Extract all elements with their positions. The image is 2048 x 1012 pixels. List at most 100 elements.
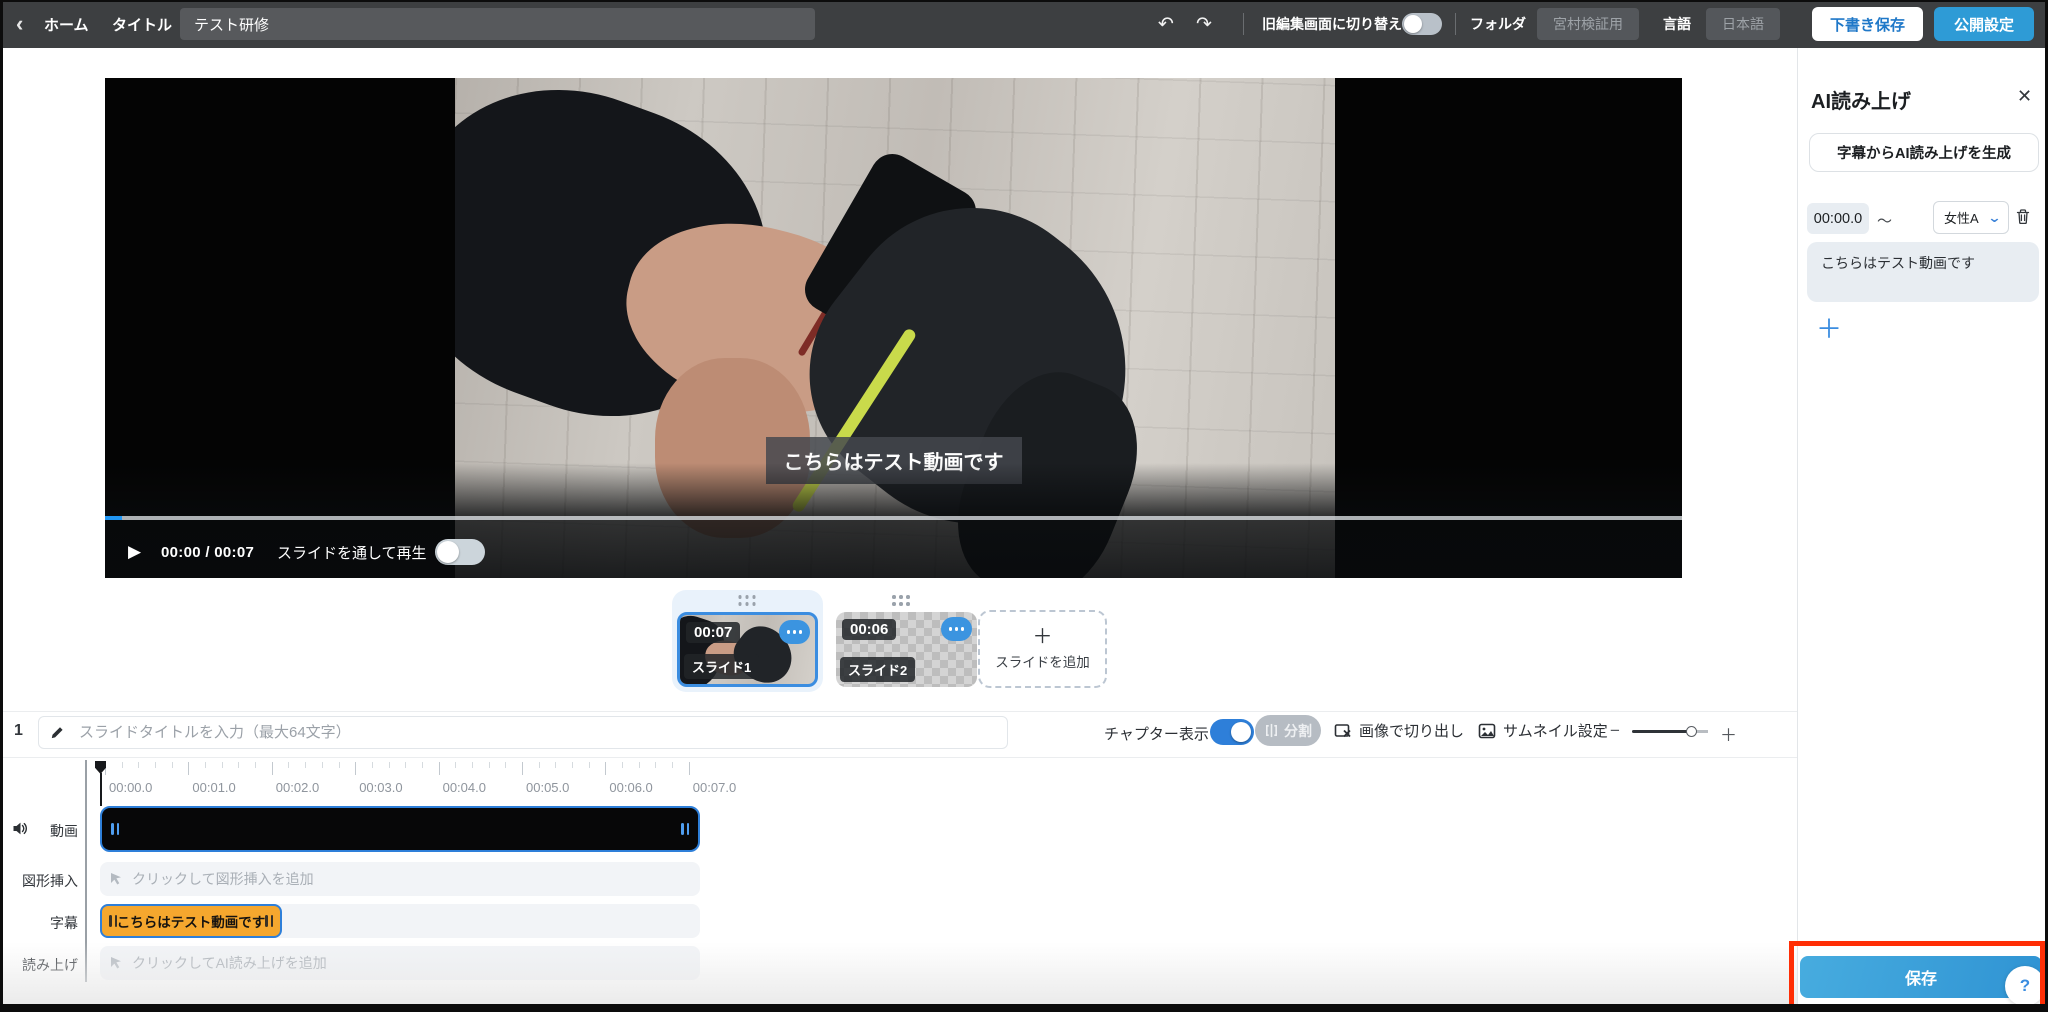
video-player[interactable]: こちらはテスト動画です ▶ 00:00 / 00:07 スライドを通して再生 — [105, 78, 1682, 578]
back-icon[interactable]: ‹ — [16, 0, 23, 48]
ai-tts-panel: AI読み上げ ✕ 字幕からAI読み上げを生成 ～ 女性A ⌄ こちらはテスト動画… — [1797, 48, 2048, 1012]
slider-knob[interactable] — [1686, 726, 1697, 737]
toggle-knob — [1404, 15, 1422, 33]
crop-image-icon — [1334, 723, 1351, 737]
more-options-icon[interactable] — [941, 617, 972, 641]
segment-start-time-input[interactable] — [1807, 203, 1869, 234]
video-title-input[interactable] — [180, 8, 815, 40]
clip-trim-handle[interactable] — [111, 823, 119, 835]
slide-name-badge: スライド2 — [840, 657, 916, 682]
pencil-icon — [50, 724, 66, 740]
tick-minor — [338, 762, 340, 768]
home-link[interactable]: ホーム — [44, 0, 89, 48]
close-icon[interactable]: ✕ — [2017, 86, 2032, 107]
tick-label: 00:02.0 — [275, 780, 320, 795]
undo-icon[interactable]: ↶ — [1158, 0, 1174, 48]
tick-minor — [405, 762, 407, 768]
generate-tts-button[interactable]: 字幕からAI読み上げを生成 — [1809, 133, 2039, 172]
tick-label: 00:06.0 — [609, 780, 653, 795]
more-options-icon[interactable] — [779, 620, 810, 644]
split-icon — [1266, 723, 1277, 738]
panel-title: AI読み上げ — [1811, 91, 1911, 113]
split-button[interactable]: 分割 — [1255, 715, 1321, 746]
tts-track[interactable]: クリックしてAI読み上げを追加 — [100, 946, 700, 980]
shape-insert-track[interactable]: クリックして図形挿入を追加 — [100, 862, 700, 896]
add-segment-button[interactable]: ＋ — [1816, 316, 1842, 342]
help-button[interactable]: ? — [2005, 966, 2045, 1006]
clip-trim-handle[interactable] — [265, 915, 273, 927]
window-edge — [0, 1004, 2048, 1012]
subtitle-clip[interactable]: こちらはテスト動画です — [100, 904, 282, 938]
thumbnail-settings-label: サムネイル設定 — [1503, 723, 1608, 740]
play-icon[interactable]: ▶ — [128, 542, 141, 562]
tick-minor — [572, 762, 574, 768]
timeline-ruler[interactable]: 00:00.0 00:01.0 00:02.0 00:03.0 00:04.0 00:05… — [105, 762, 736, 802]
tick-minor — [488, 762, 490, 768]
trash-icon[interactable] — [2015, 208, 2031, 225]
toggle-knob — [437, 541, 459, 563]
tick-minor — [255, 762, 257, 768]
tick-minor — [138, 762, 140, 768]
tick-label: 00:03.0 — [359, 780, 403, 795]
zoom-in-button[interactable]: ＋ — [1720, 721, 1737, 746]
video-editor-app: ‹ ホーム タイトル ↶ ↷ 旧編集画面に切り替え フォルダ 宮村検証用 言語 … — [0, 0, 2048, 1012]
track-label-video: 動画 — [50, 823, 78, 839]
tick-minor — [421, 762, 423, 768]
tick-label: 00:01.0 — [192, 780, 236, 795]
add-slide-button[interactable]: ＋ スライドを追加 — [978, 610, 1107, 688]
progress-bar[interactable] — [105, 516, 1682, 520]
video-clip[interactable] — [100, 806, 700, 852]
playthrough-toggle[interactable] — [435, 539, 485, 565]
zoom-out-button[interactable]: − — [1610, 721, 1620, 741]
publish-settings-button[interactable]: 公開設定 — [1934, 7, 2035, 41]
crop-image-button[interactable]: 画像で切り出し — [1334, 715, 1464, 746]
legacy-editor-toggle[interactable] — [1402, 13, 1442, 35]
redo-icon[interactable]: ↷ — [1196, 0, 1212, 48]
tick-minor — [288, 762, 290, 768]
drag-handle-icon[interactable] — [892, 595, 911, 607]
slide-card-selected[interactable]: 00:07 スライド1 — [672, 590, 823, 692]
slide-2-thumbnail[interactable]: 00:06 スライド2 — [836, 612, 977, 687]
drag-handle-icon[interactable] — [738, 595, 757, 607]
slide-index: 1 — [14, 722, 23, 739]
tick-minor — [655, 762, 657, 768]
separator — [0, 711, 1797, 712]
folder-select-button[interactable]: 宮村検証用 — [1537, 8, 1639, 40]
shape-track-placeholder: クリックして図形挿入を追加 — [132, 871, 314, 887]
track-label-subtitle: 字幕 — [50, 915, 78, 931]
clip-trim-handle[interactable] — [109, 915, 117, 927]
window-edge — [0, 0, 2048, 2]
clip-trim-handle[interactable] — [681, 823, 689, 835]
tick-minor — [305, 762, 307, 768]
progress-played — [105, 516, 122, 520]
tick-minor — [221, 762, 223, 768]
draft-save-button[interactable]: 下書き保存 — [1812, 7, 1924, 41]
language-select-button[interactable]: 日本語 — [1706, 8, 1780, 40]
time-display: 00:00 / 00:07 — [161, 543, 255, 561]
chapter-display-toggle[interactable] — [1210, 719, 1254, 745]
track-label-tts: 読み上げ — [22, 957, 78, 973]
top-bar: ‹ ホーム タイトル ↶ ↷ 旧編集画面に切り替え フォルダ 宮村検証用 言語 … — [0, 0, 2048, 48]
slide-1-thumbnail[interactable]: 00:07 スライド1 — [677, 612, 818, 687]
tick-minor — [505, 762, 507, 768]
segment-text-input[interactable]: こちらはテスト動画です — [1807, 242, 2039, 302]
tick-minor — [238, 762, 240, 768]
tick-label: 00:00.0 — [109, 780, 153, 795]
tick-label: 00:04.0 — [442, 780, 486, 795]
slide-title-input[interactable] — [38, 716, 1008, 749]
tick-minor — [388, 762, 390, 768]
thumbnail-settings-button[interactable]: サムネイル設定 — [1478, 715, 1608, 746]
tick-minor — [155, 762, 157, 768]
slide-duration-badge: 00:07 — [686, 622, 741, 643]
image-icon — [1478, 723, 1496, 738]
tick-minor — [471, 762, 473, 768]
add-slide-label: スライドを追加 — [995, 655, 1090, 670]
toggle-knob — [1231, 722, 1251, 742]
voice-select[interactable]: 女性A ⌄ — [1933, 201, 2009, 234]
timeline-zoom-slider[interactable] — [1632, 726, 1708, 737]
playthrough-label: スライドを通して再生 — [277, 544, 427, 562]
cursor-icon — [111, 872, 121, 884]
tick-major — [438, 762, 440, 775]
tick-minor — [672, 762, 674, 768]
plus-icon: ＋ — [1032, 626, 1053, 648]
